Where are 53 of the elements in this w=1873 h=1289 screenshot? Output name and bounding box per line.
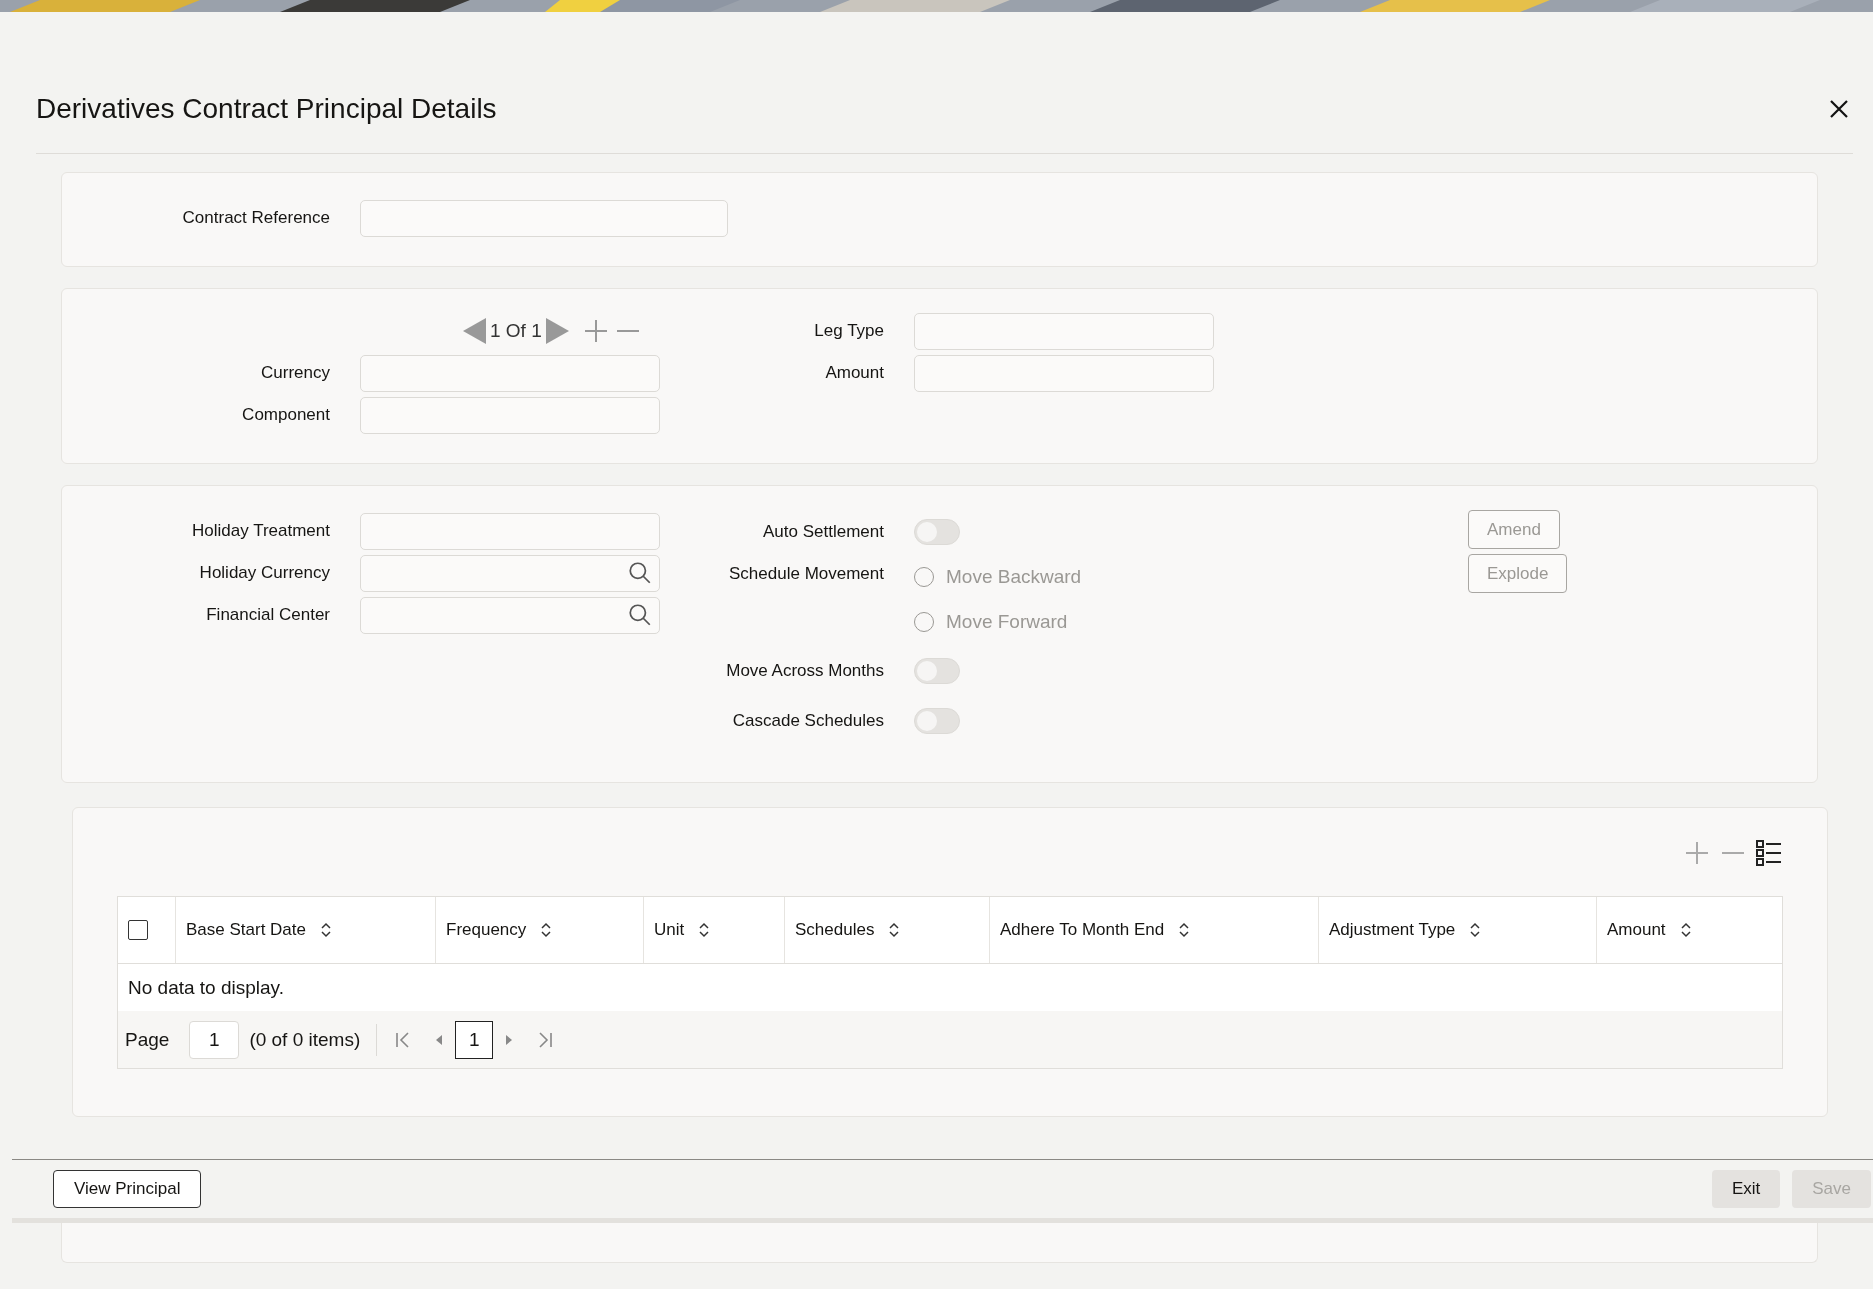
next-icon[interactable]: [545, 317, 570, 345]
previous-icon[interactable]: [462, 317, 486, 345]
field-label: Holiday Treatment: [191, 521, 330, 541]
sort-icon[interactable]: [320, 921, 332, 939]
sort-icon[interactable]: [698, 921, 711, 939]
item-count: (0 of 0 items): [249, 1028, 361, 1051]
field-label: Currency: [260, 363, 330, 383]
input-field[interactable]: [360, 396, 660, 434]
current-page[interactable]: 1: [455, 1020, 494, 1059]
field-label: Move Across Months: [725, 661, 884, 681]
sort-icon[interactable]: [1178, 921, 1191, 939]
empty-message: No data to display.: [128, 976, 284, 999]
column-header[interactable]: Adjustment Type: [1329, 920, 1456, 940]
field-label: Auto Settlement: [762, 522, 884, 542]
column-header[interactable]: Base Start Date: [186, 920, 306, 940]
sort-icon[interactable]: [888, 921, 901, 939]
input-field[interactable]: [360, 512, 660, 550]
field-label: Amount: [824, 363, 884, 383]
field-label: Contract Reference: [181, 208, 330, 228]
page-label: Page: [125, 1028, 170, 1051]
lookup-field[interactable]: [360, 596, 660, 634]
checkbox[interactable]: [128, 920, 148, 940]
column-header[interactable]: Amount: [1607, 920, 1666, 940]
footer-button[interactable]: Exit: [1711, 1170, 1781, 1208]
lookup-field[interactable]: [360, 554, 660, 592]
field-label: Cascade Schedules: [731, 711, 884, 731]
input-field[interactable]: [914, 354, 1214, 392]
column-header[interactable]: Frequency: [446, 920, 527, 940]
field-label: Leg Type: [813, 321, 884, 341]
view-principal-button[interactable]: View Principal: [53, 1170, 202, 1208]
search-icon[interactable]: [627, 602, 653, 628]
column-header[interactable]: Unit: [654, 920, 685, 940]
search-icon[interactable]: [627, 560, 653, 586]
record-position: 1 Of 1: [490, 320, 542, 342]
input-field[interactable]: [914, 312, 1214, 350]
input-field[interactable]: [360, 199, 728, 237]
field-label: Component: [241, 405, 330, 425]
sort-icon[interactable]: [540, 921, 553, 939]
add-icon[interactable]: [1683, 839, 1711, 867]
field-label: Financial Center: [205, 605, 330, 625]
sort-icon[interactable]: [1469, 921, 1482, 939]
window-title: Derivatives Contract Principal Details: [36, 92, 497, 125]
input-field[interactable]: [360, 354, 660, 392]
column-header[interactable]: Adhere To Month End: [1000, 920, 1165, 940]
field-label: Holiday Currency: [198, 563, 330, 583]
field-label: Schedule Movement: [728, 564, 884, 584]
sort-icon[interactable]: [1679, 921, 1692, 939]
toggle-switch[interactable]: [914, 658, 960, 684]
column-list-icon[interactable]: [1755, 839, 1783, 867]
toggle-switch[interactable]: [914, 708, 960, 734]
page-input[interactable]: 1: [189, 1020, 240, 1059]
toggle-switch[interactable]: [914, 519, 960, 545]
column-header[interactable]: Schedules: [795, 920, 875, 940]
